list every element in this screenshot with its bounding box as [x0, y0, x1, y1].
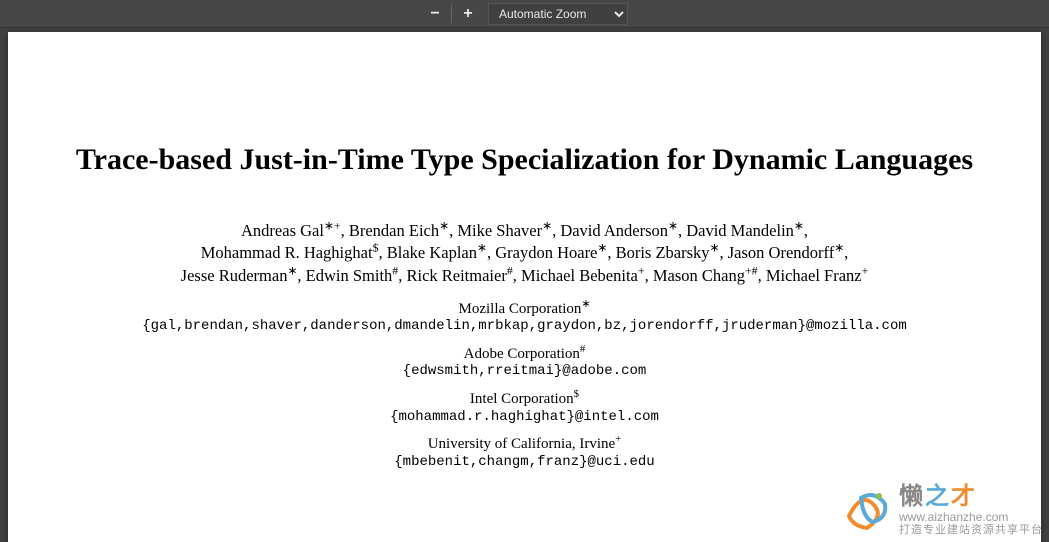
authors-block: Andreas Gal∗+, Brendan Eich∗, Mike Shave…: [68, 220, 981, 287]
pdf-viewer[interactable]: Trace-based Just-in-Time Type Specializa…: [0, 28, 1049, 542]
toolbar-separator: [451, 5, 452, 23]
affiliation: Adobe Corporation#: [68, 346, 981, 363]
affiliation-email: {edwsmith,rreitmai}@adobe.com: [68, 364, 981, 379]
affiliation-email: {mbebenit,changm,franz}@uci.edu: [68, 455, 981, 470]
affiliation: Mozilla Corporation∗: [68, 301, 981, 318]
authors-line: Andreas Gal∗+, Brendan Eich∗, Mike Shave…: [68, 220, 981, 242]
zoom-out-button[interactable]: −: [421, 3, 449, 25]
affiliation-email: {gal,brendan,shaver,danderson,dmandelin,…: [68, 319, 981, 334]
affiliations-block: Mozilla Corporation∗ {gal,brendan,shaver…: [68, 301, 981, 470]
paper-title: Trace-based Just-in-Time Type Specializa…: [68, 142, 981, 178]
pdf-page: Trace-based Just-in-Time Type Specializa…: [8, 32, 1041, 542]
pdf-toolbar: − + Automatic Zoom: [0, 0, 1049, 28]
affiliation: Intel Corporation$: [68, 391, 981, 408]
affiliation-email: {mohammad.r.haghighat}@intel.com: [68, 410, 981, 425]
zoom-in-button[interactable]: +: [454, 3, 482, 25]
authors-line: Mohammad R. Haghighat$, Blake Kaplan∗, G…: [68, 242, 981, 264]
affiliation: University of California, Irvine+: [68, 436, 981, 453]
zoom-select[interactable]: Automatic Zoom: [488, 3, 628, 25]
authors-line: Jesse Ruderman∗, Edwin Smith#, Rick Reit…: [68, 265, 981, 287]
